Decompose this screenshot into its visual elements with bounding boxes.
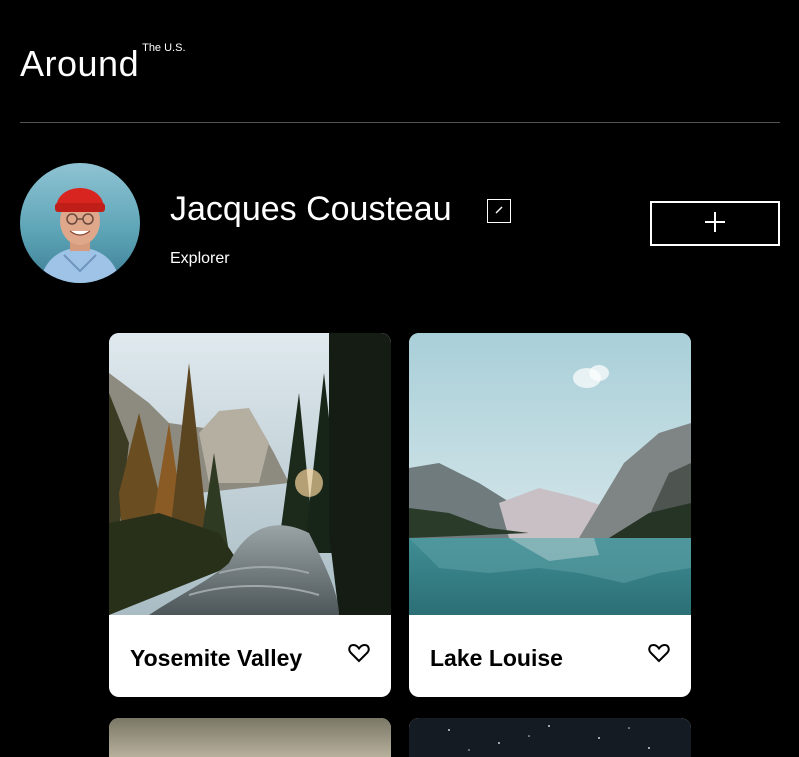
add-card-button[interactable] xyxy=(650,201,780,246)
card-footer: Lake Louise xyxy=(409,615,691,697)
profile-name: Jacques Cousteau xyxy=(170,190,452,228)
card: Lake Louise xyxy=(409,333,691,697)
card: Yosemite Valley xyxy=(109,333,391,697)
card-title: Lake Louise xyxy=(430,645,563,671)
card xyxy=(409,718,691,757)
heart-icon xyxy=(348,643,370,666)
header-logo: Around The U.S. xyxy=(20,40,186,88)
card xyxy=(109,718,391,757)
profile-role: Explorer xyxy=(170,250,230,267)
card-title: Yosemite Valley xyxy=(130,645,303,671)
avatar[interactable] xyxy=(20,163,140,283)
card-image[interactable] xyxy=(409,333,691,615)
like-button[interactable] xyxy=(347,643,371,667)
logo-text: Around xyxy=(20,43,140,84)
edit-profile-button[interactable] xyxy=(487,199,511,223)
plus-icon xyxy=(703,210,727,237)
header-divider xyxy=(20,122,780,123)
card-image[interactable] xyxy=(409,718,691,757)
card-image[interactable] xyxy=(109,333,391,615)
card-image[interactable] xyxy=(109,718,391,757)
pencil-icon xyxy=(493,204,505,219)
card-footer: Yosemite Valley xyxy=(109,615,391,697)
logo-superscript: The U.S. xyxy=(142,42,186,54)
like-button[interactable] xyxy=(647,643,671,667)
page: Around The U.S. Jacques Cousteau Explore… xyxy=(0,0,799,757)
heart-icon xyxy=(648,643,670,666)
